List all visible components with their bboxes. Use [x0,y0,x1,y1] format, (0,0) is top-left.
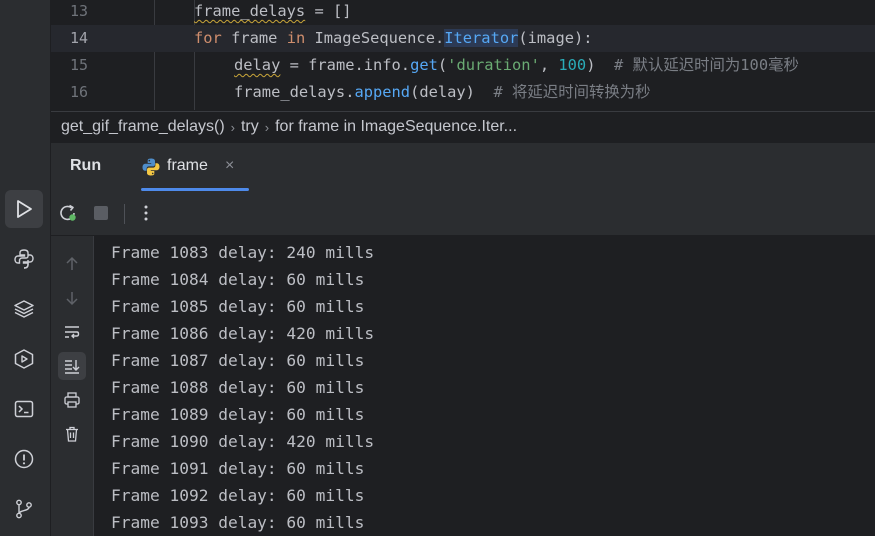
console-line: Frame 1088 delay: 60 mills [111,378,365,397]
run-panel-title: Run [70,157,102,174]
more-options-icon [144,205,148,221]
run-tool-window-header: Run frame × [51,142,875,193]
run-tool-button[interactable] [5,190,43,228]
chevron-right-icon: › [230,119,235,135]
code-token: 100 [558,56,587,74]
python-console-tool-button[interactable] [5,240,43,278]
code-token: (image): [518,29,593,47]
run-tab-label: frame [167,157,208,174]
run-toolbar [51,192,875,236]
code-text: frame_delays = [] [194,0,352,25]
line-number: 14 [69,29,88,47]
toolbar-divider [124,204,125,224]
chevron-right-icon: › [264,119,270,135]
breadcrumb: get_gif_frame_delays() › try › for frame… [51,111,875,142]
scroll-up-icon [66,256,78,270]
services-tool-button[interactable] [5,340,43,378]
scroll-to-end-icon [65,360,80,374]
console-line: Frame 1090 delay: 420 mills [111,432,375,451]
breadcrumb-item[interactable]: try [237,118,263,136]
code-token: (delay) [410,83,494,101]
scroll-down-icon [66,292,78,306]
active-tab-indicator [141,188,249,191]
rerun-button[interactable] [57,202,79,224]
python-file-icon [142,158,160,176]
console-line: Frame 1087 delay: 60 mills [111,351,365,370]
breadcrumb-item[interactable]: get_gif_frame_delays() [57,118,229,136]
problems-icon [14,449,34,469]
console-line: Frame 1086 delay: 420 mills [111,324,375,343]
console-line: Frame 1089 delay: 60 mills [111,405,365,424]
close-icon[interactable]: × [225,157,234,175]
problems-tool-button[interactable] [5,440,43,478]
soft-wrap-icon [65,326,80,339]
stop-button[interactable] [90,202,112,224]
code-editor[interactable]: 13 frame_delays = [] 14 for frame in ImageS… [51,0,875,110]
more-options-button[interactable] [135,202,157,224]
activity-bar [0,0,51,536]
clear-all-button[interactable] [58,420,86,448]
code-line[interactable]: 13 frame_delays = [] [51,0,875,25]
clear-all-icon [66,426,78,442]
code-line[interactable]: 14 for frame in ImageSequence.Iterator(im… [51,25,875,52]
code-text: for frame in ImageSequence.Iterator(imag… [194,25,593,52]
run-icon [17,200,32,218]
layers-tool-button[interactable] [5,290,43,328]
console-line: Frame 1084 delay: 60 mills [111,270,365,289]
run-tab-frame[interactable]: frame × [129,143,249,193]
code-text: frame_delays.append(delay) # 将延迟时间转换为秒 [234,79,651,106]
code-token: ( [437,56,448,74]
code-token: for [194,29,222,47]
code-token: 'duration' [447,56,540,74]
code-token: = frame.info. [280,56,411,74]
code-token: delay [234,56,281,74]
line-number: 13 [69,2,88,20]
console-output[interactable]: Frame 1083 delay: 240 mills Frame 1084 de… [94,236,875,536]
console-line: Frame 1091 delay: 60 mills [111,459,365,478]
soft-wrap-button[interactable] [58,318,86,346]
code-text: delay = frame.info.get('duration', 100) … [234,52,799,79]
console-line: Frame 1083 delay: 240 mills [111,243,375,262]
terminal-tool-button[interactable] [5,390,43,428]
code-line[interactable]: 16 frame_delays.append(delay) # 将延迟时间转换为秒 [51,79,875,106]
git-tool-button[interactable] [5,490,43,528]
python-console-icon [14,249,34,269]
scroll-to-end-button[interactable] [58,352,86,380]
scroll-up-button[interactable] [58,250,86,278]
code-token: # 将延迟时间转换为秒 [493,83,651,101]
code-token: = [] [305,2,352,20]
print-button[interactable] [58,386,86,414]
rerun-icon [60,204,76,221]
code-token: append [354,83,411,101]
terminal-icon [14,400,34,418]
console-line: Frame 1093 delay: 60 mills [111,513,365,532]
code-token: ) [586,56,615,74]
line-number: 15 [69,56,88,74]
code-token: in [286,29,306,47]
breadcrumb-item[interactable]: for frame in ImageSequence.Iter... [271,118,521,136]
git-icon [16,499,32,519]
code-token: frame [221,29,287,47]
code-token: # 默认延迟时间为100毫秒 [614,56,799,74]
code-token: Iterator [444,29,519,47]
scroll-down-button[interactable] [58,284,86,312]
console-line: Frame 1092 delay: 60 mills [111,486,365,505]
stop-icon [94,206,108,220]
code-token: , [539,56,559,74]
code-token: frame_delays. [234,83,355,101]
console-side-toolbar [51,236,94,536]
code-token: get [410,56,438,74]
code-token: frame_delays [194,2,306,20]
line-number: 16 [69,83,88,101]
layers-icon [14,300,34,318]
console-line: Frame 1085 delay: 60 mills [111,297,365,316]
services-icon [14,349,34,369]
code-line[interactable]: 15 delay = frame.info.get('duration', 100… [51,52,875,79]
code-token: ImageSequence. [305,29,445,47]
print-icon [64,392,80,408]
